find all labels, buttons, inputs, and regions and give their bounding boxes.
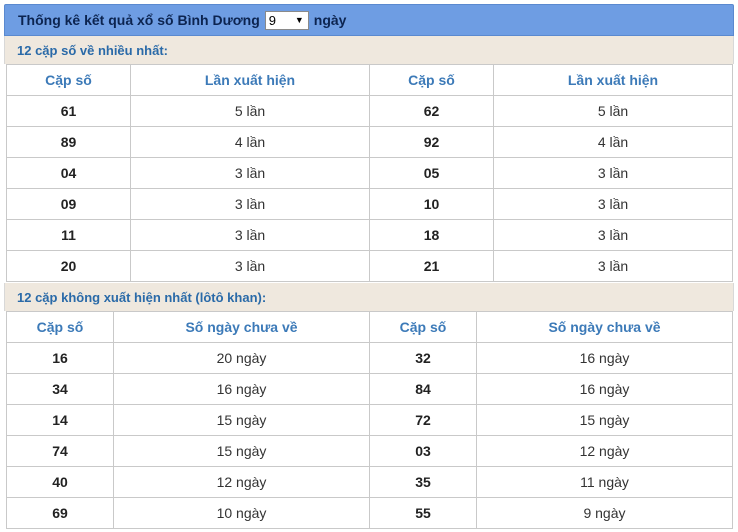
table-row: 11 3 lần 18 3 lần bbox=[6, 219, 733, 251]
days-select-value: 9 bbox=[268, 12, 277, 28]
pair-number: 92 bbox=[369, 126, 494, 158]
table-row: 16 20 ngày 32 16 ngày bbox=[6, 342, 733, 374]
pair-number: 55 bbox=[369, 497, 477, 529]
table-row: 40 12 ngày 35 11 ngày bbox=[6, 466, 733, 498]
pair-number: 34 bbox=[6, 373, 114, 405]
col-header-pair: Cặp số bbox=[369, 311, 477, 343]
pair-number: 40 bbox=[6, 466, 114, 498]
appearance-count: 3 lần bbox=[130, 157, 370, 189]
days-absent: 15 ngày bbox=[113, 435, 370, 467]
days-select[interactable]: 9 ▼ bbox=[264, 10, 309, 30]
pair-number: 35 bbox=[369, 466, 477, 498]
table-row: 69 10 ngày 55 9 ngày bbox=[6, 497, 733, 529]
pair-number: 05 bbox=[369, 157, 494, 189]
pair-number: 09 bbox=[6, 188, 131, 220]
section-least-frequent-title: 12 cặp không xuất hiện nhất (lôtô khan): bbox=[4, 283, 734, 311]
col-header-count: Lần xuất hiện bbox=[493, 64, 733, 96]
pair-number: 62 bbox=[369, 95, 494, 127]
days-absent: 16 ngày bbox=[476, 342, 733, 374]
days-absent: 9 ngày bbox=[476, 497, 733, 529]
appearance-count: 3 lần bbox=[493, 188, 733, 220]
pair-number: 61 bbox=[6, 95, 131, 127]
pair-number: 16 bbox=[6, 342, 114, 374]
widget-header: Thống kê kết quả xổ số Bình Dương 9 ▼ ng… bbox=[4, 4, 734, 36]
pair-number: 69 bbox=[6, 497, 114, 529]
table-header-row: Cặp số Lần xuất hiện Cặp số Lần xuất hiệ… bbox=[6, 64, 733, 96]
days-absent: 15 ngày bbox=[113, 404, 370, 436]
header-suffix: ngày bbox=[313, 12, 347, 28]
table-row: 74 15 ngày 03 12 ngày bbox=[6, 435, 733, 467]
pair-number: 10 bbox=[369, 188, 494, 220]
appearance-count: 4 lần bbox=[130, 126, 370, 158]
pair-number: 21 bbox=[369, 250, 494, 282]
table-row: 20 3 lần 21 3 lần bbox=[6, 250, 733, 282]
appearance-count: 3 lần bbox=[493, 157, 733, 189]
section-most-frequent-title: 12 cặp số về nhiều nhất: bbox=[4, 36, 734, 64]
least-frequent-table: Cặp số Số ngày chưa về Cặp số Số ngày ch… bbox=[6, 311, 733, 529]
days-absent: 12 ngày bbox=[476, 435, 733, 467]
col-header-pair: Cặp số bbox=[369, 64, 494, 96]
pair-number: 03 bbox=[369, 435, 477, 467]
table-row: 09 3 lần 10 3 lần bbox=[6, 188, 733, 220]
most-frequent-table: Cặp số Lần xuất hiện Cặp số Lần xuất hiệ… bbox=[6, 64, 733, 282]
appearance-count: 3 lần bbox=[493, 219, 733, 251]
col-header-days-absent: Số ngày chưa về bbox=[476, 311, 733, 343]
days-absent: 11 ngày bbox=[476, 466, 733, 498]
appearance-count: 3 lần bbox=[130, 188, 370, 220]
col-header-count: Lần xuất hiện bbox=[130, 64, 370, 96]
pair-number: 72 bbox=[369, 404, 477, 436]
section-least-frequent-title-text: 12 cặp không xuất hiện nhất (lôtô khan): bbox=[17, 289, 267, 305]
header-title: Thống kê kết quả xổ số Bình Dương bbox=[18, 12, 260, 28]
pair-number: 32 bbox=[369, 342, 477, 374]
table-row: 89 4 lần 92 4 lần bbox=[6, 126, 733, 158]
table-row: 61 5 lần 62 5 lần bbox=[6, 95, 733, 127]
table-row: 34 16 ngày 84 16 ngày bbox=[6, 373, 733, 405]
appearance-count: 3 lần bbox=[130, 219, 370, 251]
table-header-row: Cặp số Số ngày chưa về Cặp số Số ngày ch… bbox=[6, 311, 733, 343]
dropdown-arrow-icon: ▼ bbox=[294, 15, 304, 25]
stats-widget: Thống kê kết quả xổ số Bình Dương 9 ▼ ng… bbox=[0, 0, 738, 532]
table-row: 04 3 lần 05 3 lần bbox=[6, 157, 733, 189]
appearance-count: 3 lần bbox=[130, 250, 370, 282]
appearance-count: 5 lần bbox=[493, 95, 733, 127]
days-absent: 16 ngày bbox=[113, 373, 370, 405]
appearance-count: 3 lần bbox=[493, 250, 733, 282]
days-absent: 12 ngày bbox=[113, 466, 370, 498]
col-header-pair: Cặp số bbox=[6, 311, 114, 343]
pair-number: 89 bbox=[6, 126, 131, 158]
col-header-pair: Cặp số bbox=[6, 64, 131, 96]
pair-number: 84 bbox=[369, 373, 477, 405]
pair-number: 04 bbox=[6, 157, 131, 189]
days-absent: 10 ngày bbox=[113, 497, 370, 529]
days-absent: 16 ngày bbox=[476, 373, 733, 405]
table-row: 14 15 ngày 72 15 ngày bbox=[6, 404, 733, 436]
pair-number: 18 bbox=[369, 219, 494, 251]
days-absent: 15 ngày bbox=[476, 404, 733, 436]
pair-number: 11 bbox=[6, 219, 131, 251]
col-header-days-absent: Số ngày chưa về bbox=[113, 311, 370, 343]
appearance-count: 5 lần bbox=[130, 95, 370, 127]
pair-number: 14 bbox=[6, 404, 114, 436]
appearance-count: 4 lần bbox=[493, 126, 733, 158]
pair-number: 74 bbox=[6, 435, 114, 467]
section-most-frequent-title-text: 12 cặp số về nhiều nhất: bbox=[17, 42, 168, 58]
pair-number: 20 bbox=[6, 250, 131, 282]
days-absent: 20 ngày bbox=[113, 342, 370, 374]
